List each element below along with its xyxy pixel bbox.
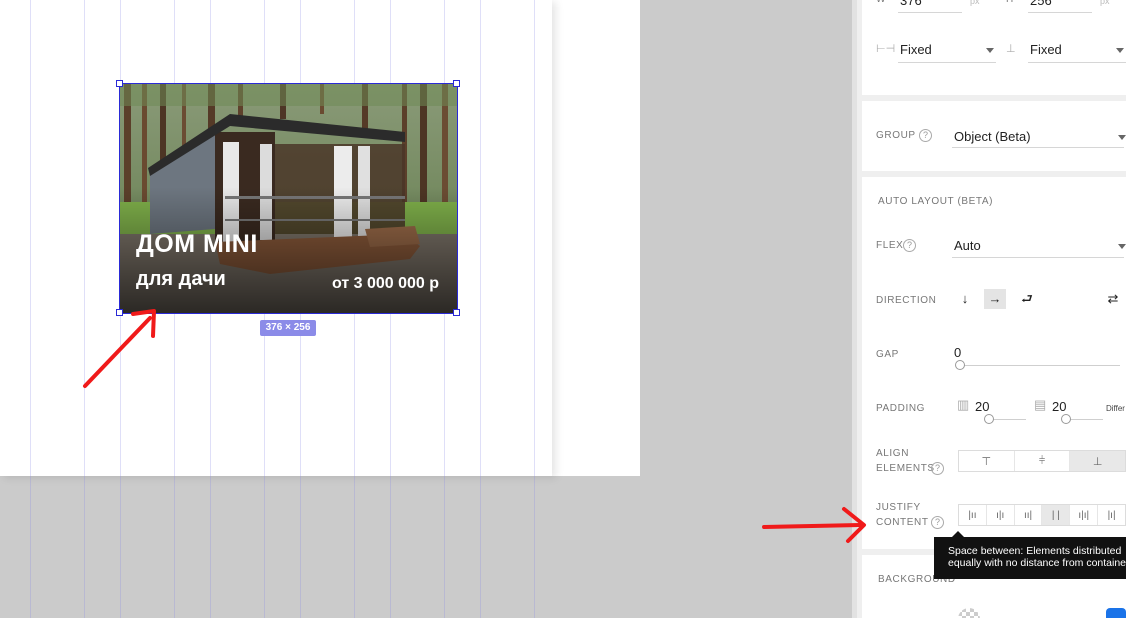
gap-input[interactable]: 0: [954, 345, 961, 360]
card-title: ДОМ MINI: [136, 230, 258, 258]
justify-center-icon[interactable]: ı|ı: [987, 505, 1015, 525]
justify-start-icon[interactable]: |ıı: [959, 505, 987, 525]
height-mode-select[interactable]: Fixed: [1030, 42, 1062, 57]
padding-vertical-knob[interactable]: [1061, 414, 1071, 424]
resize-handle-bottom-left[interactable]: [116, 309, 123, 316]
align-middle-icon[interactable]: ⫩: [1015, 451, 1071, 471]
align-top-icon[interactable]: ⊤: [959, 451, 1015, 471]
padding-horizontal-knob[interactable]: [984, 414, 994, 424]
width-unit: px: [970, 0, 980, 6]
padding-label: PADDING: [876, 403, 926, 414]
card-subtitle: для дачи: [136, 268, 226, 290]
justify-content-control: |ıı ı|ı ıı| | | ı|ı| |ı|: [958, 504, 1126, 526]
transparent-swatch-icon[interactable]: [958, 608, 980, 618]
checkbox[interactable]: [1106, 608, 1126, 618]
properties-panel: W 376 px H 256 px ⊢⊣ Fixed ⊥ Fixed GROUP…: [852, 0, 1126, 618]
product-card[interactable]: ДОМ MINI для дачи от 3 000 000 р: [120, 84, 457, 313]
gap-label: GAP: [876, 349, 899, 360]
resize-handle-bottom-right[interactable]: [453, 309, 460, 316]
width-mode-select[interactable]: Fixed: [900, 42, 932, 57]
tooltip-line: equally with no distance from container: [948, 557, 1126, 569]
grid-column-line: [84, 0, 85, 618]
padding-horizontal-input[interactable]: 20: [975, 399, 989, 414]
chevron-down-icon[interactable]: [1118, 244, 1126, 249]
canvas-area[interactable]: ДОМ MINI для дачи от 3 000 000 р 376 × 2…: [0, 0, 852, 618]
group-section: GROUP ? Object (Beta): [862, 101, 1126, 171]
tooltip-line: Space between: Elements distributed: [948, 545, 1122, 557]
padding-horizontal-icon: ▥: [957, 397, 970, 412]
align-label-line2: ELEMENTS: [876, 463, 935, 474]
gap-slider-knob[interactable]: [955, 360, 965, 370]
auto-layout-section: AUTO LAYOUT (BETA) FLEX ? Auto DIRECTION…: [862, 177, 1126, 549]
justify-label-line1: JUSTIFY: [876, 502, 921, 513]
justify-end-icon[interactable]: ıı|: [1015, 505, 1043, 525]
group-select[interactable]: Object (Beta): [954, 129, 1031, 144]
grid-column-line: [480, 0, 481, 618]
height-resize-icon: ⊥: [1006, 43, 1016, 55]
direction-down-icon[interactable]: ↓: [954, 289, 976, 309]
justify-space-evenly-icon[interactable]: |ı|: [1098, 505, 1125, 525]
size-section: W 376 px H 256 px ⊢⊣ Fixed ⊥ Fixed: [862, 0, 1126, 95]
flex-label: FLEX: [876, 240, 904, 251]
direction-wrap-icon[interactable]: ⮐: [1016, 289, 1038, 309]
height-unit: px: [1100, 0, 1110, 6]
padding-vertical-icon: ▤: [1034, 397, 1047, 412]
width-label: W: [876, 0, 886, 5]
grid-column-line: [534, 0, 535, 618]
align-elements-control: ⊤ ⫩ ⊥: [958, 450, 1126, 472]
align-label-line1: ALIGN: [876, 448, 910, 459]
chevron-down-icon[interactable]: [1116, 48, 1124, 53]
width-resize-icon: ⊢⊣: [876, 43, 896, 55]
height-input[interactable]: 256: [1030, 0, 1052, 8]
auto-layout-heading: AUTO LAYOUT (BETA): [878, 196, 994, 207]
chevron-down-icon[interactable]: [1118, 135, 1126, 140]
help-icon[interactable]: ?: [931, 462, 944, 475]
height-label: H: [1006, 0, 1014, 5]
padding-mode-toggle[interactable]: Differ: [1106, 404, 1125, 413]
chevron-down-icon[interactable]: [986, 48, 994, 53]
justify-space-between-icon[interactable]: | |: [1042, 505, 1071, 525]
help-icon[interactable]: ?: [919, 129, 932, 142]
justify-label-line2: CONTENT: [876, 517, 929, 528]
width-input[interactable]: 376: [900, 0, 922, 8]
padding-vertical-input[interactable]: 20: [1052, 399, 1066, 414]
group-label: GROUP: [876, 130, 916, 141]
resize-handle-top-left[interactable]: [116, 80, 123, 87]
justify-space-around-icon[interactable]: ı|ı|: [1070, 505, 1099, 525]
resize-handle-top-right[interactable]: [453, 80, 460, 87]
help-icon[interactable]: ?: [903, 239, 916, 252]
tooltip: Space between: Elements distributed equa…: [934, 531, 1126, 579]
grid-column-line: [30, 0, 31, 618]
direction-label: DIRECTION: [876, 295, 937, 306]
help-icon[interactable]: ?: [931, 516, 944, 529]
card-price: от 3 000 000 р: [331, 275, 439, 292]
direction-right-icon[interactable]: →: [984, 289, 1006, 309]
align-bottom-icon[interactable]: ⊥: [1070, 451, 1126, 471]
flex-select[interactable]: Auto: [954, 238, 981, 253]
size-badge: 376 × 256: [260, 320, 316, 336]
direction-reverse-icon[interactable]: ⇄: [1102, 289, 1124, 309]
